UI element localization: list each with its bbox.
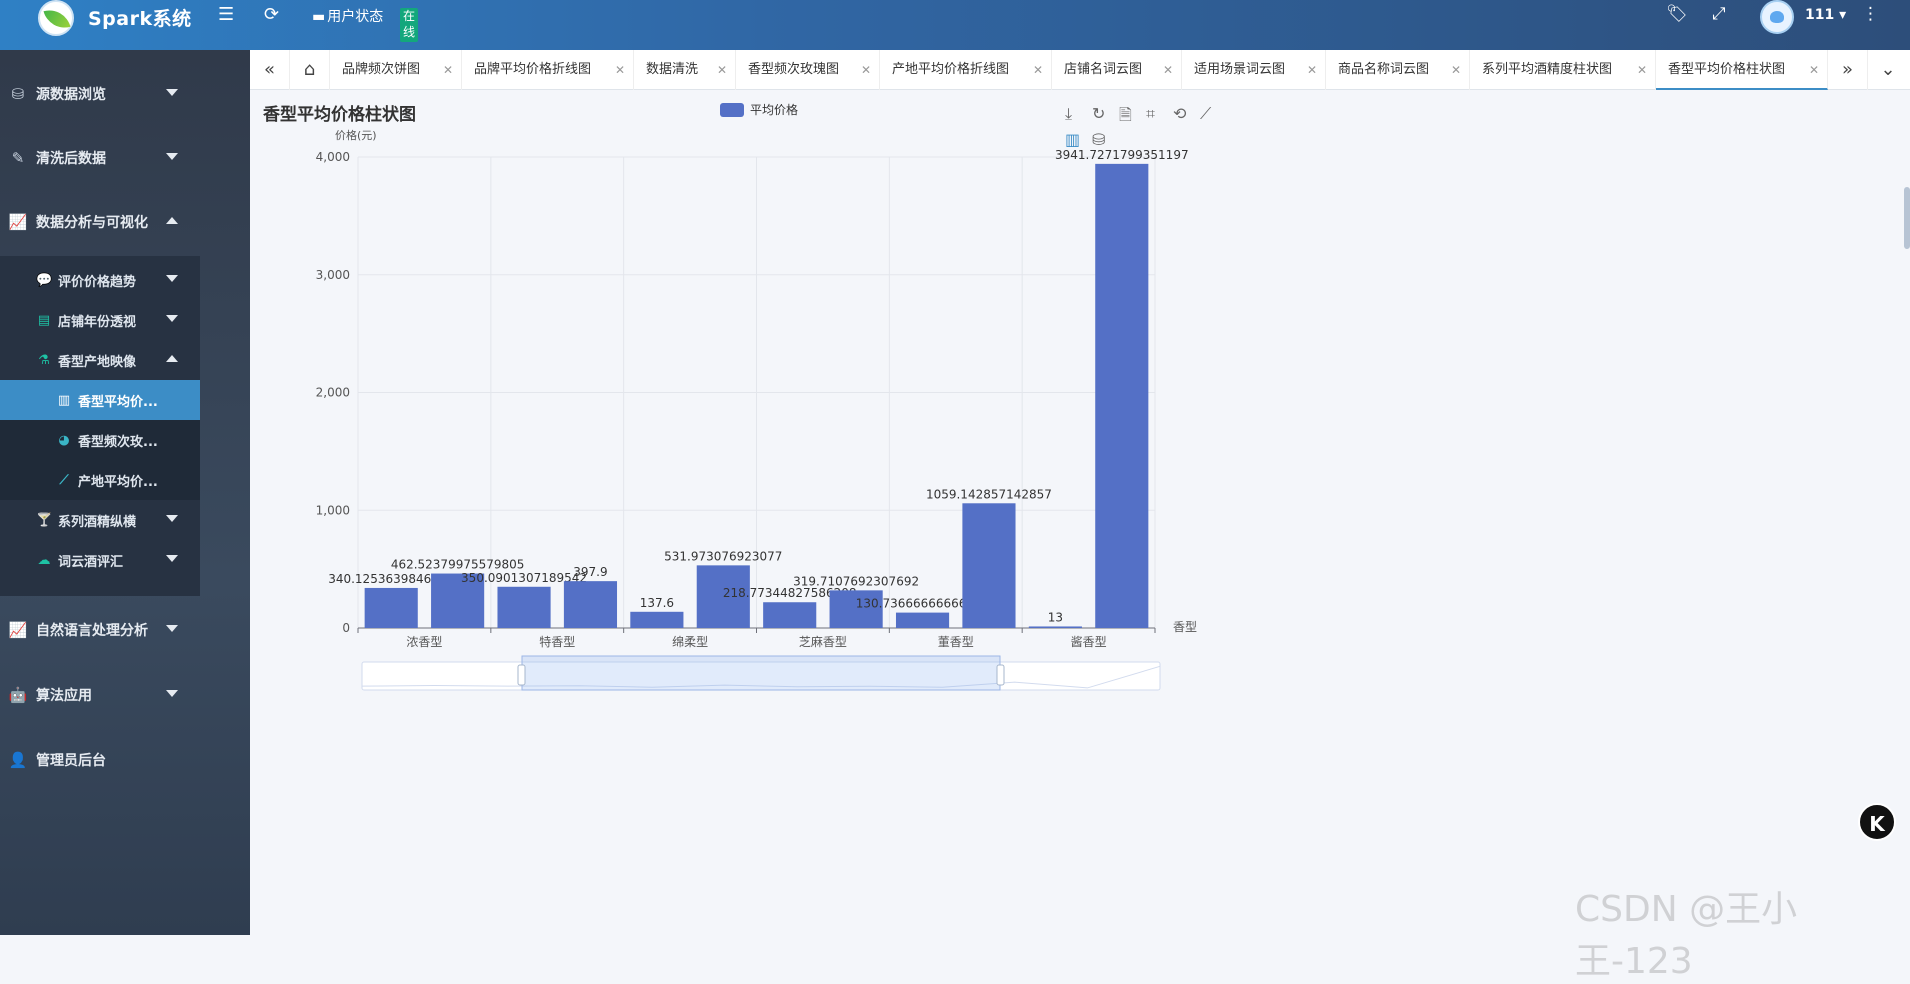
bar-data-label: 531.973076923077 xyxy=(664,549,782,563)
y-tick-label: 2,000 xyxy=(316,386,350,400)
x-tick-label: 酱香型 xyxy=(1071,634,1107,649)
bar xyxy=(962,503,1016,628)
bar xyxy=(763,602,817,628)
scrollbar[interactable] xyxy=(1904,187,1910,249)
bar-chart: 01,0002,0003,0004,000340.125363984674346… xyxy=(316,128,1197,691)
bar xyxy=(563,581,618,628)
x-tick-label: 董香型 xyxy=(938,635,974,649)
x-tick-label: 芝麻香型 xyxy=(799,634,847,649)
bar-data-label: 397.9 xyxy=(573,565,607,579)
bar-data-label: 3941.7271799351197 xyxy=(1055,148,1189,162)
y-tick-label: 4,000 xyxy=(316,150,350,164)
datazoom-window xyxy=(521,655,1001,691)
y-tick-label: 0 xyxy=(342,621,350,635)
y-tick-label: 3,000 xyxy=(316,268,350,282)
y-axis-title: 价格(元) xyxy=(335,128,377,142)
bar-data-label: 137.6 xyxy=(640,596,674,610)
bar xyxy=(1095,163,1149,628)
bar-data-label: 1059.142857142857 xyxy=(926,487,1052,501)
bar xyxy=(630,611,684,628)
floating-k-button[interactable]: K xyxy=(1858,803,1896,841)
datazoom-handle-right xyxy=(996,664,1005,686)
y-tick-label: 1,000 xyxy=(316,503,350,517)
x-tick-label: 绵柔型 xyxy=(672,635,708,649)
bar-data-label: 319.7107692307692 xyxy=(793,574,919,588)
bar xyxy=(497,586,551,628)
x-tick-label: 浓香型 xyxy=(406,635,442,649)
watermark: CSDN @王小王-123 xyxy=(1575,889,1798,982)
bar xyxy=(1028,626,1082,628)
x-tick-label: 特香型 xyxy=(539,634,575,649)
bar xyxy=(895,612,950,628)
datazoom-handle-left xyxy=(517,664,526,686)
bar xyxy=(364,587,418,628)
bar-data-label: 462.52379975579805 xyxy=(391,558,525,572)
bar-data-label: 13 xyxy=(1048,610,1063,624)
x-axis-title: 香型 xyxy=(1173,620,1197,634)
